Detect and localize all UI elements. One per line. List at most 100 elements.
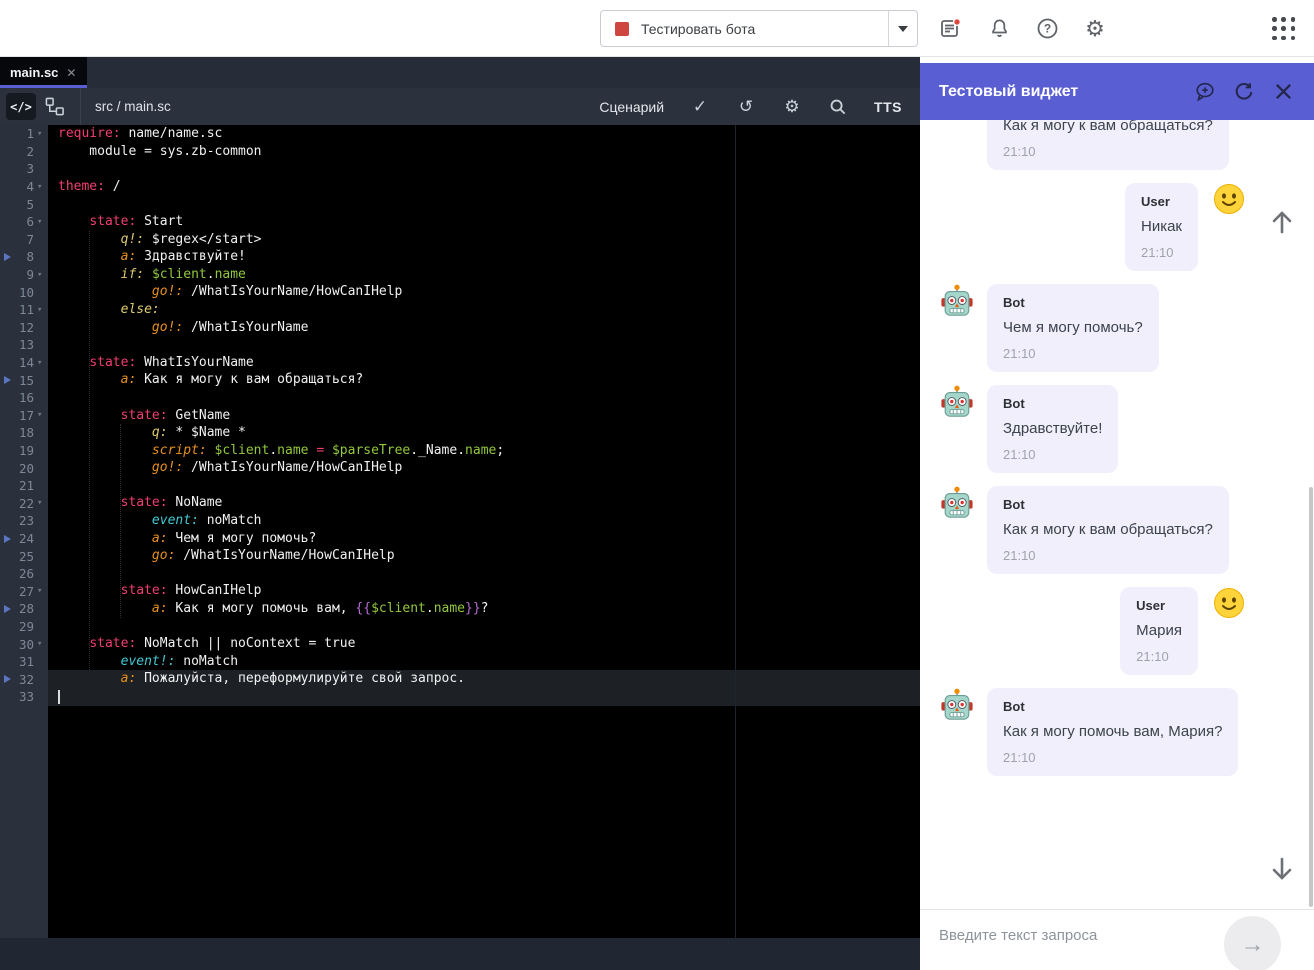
bot-message: BotЧем я могу помочь?21:10 — [920, 284, 1314, 372]
bot-avatar-icon — [940, 385, 974, 419]
new-dialog-icon[interactable] — [1194, 81, 1216, 103]
fold-caret-icon[interactable]: ▾ — [37, 498, 48, 508]
bot-avatar-icon — [940, 688, 974, 722]
chat-input-area: → — [920, 909, 1314, 970]
bell-icon[interactable] — [986, 16, 1012, 42]
line-number: 33 — [0, 689, 37, 704]
flow-view-icon[interactable] — [40, 93, 70, 120]
message-bubble: BotКак я могу к вам обращаться?21:10 — [987, 120, 1229, 170]
user-message: UserНикак21:10 — [920, 183, 1314, 271]
message-time: 21:10 — [1003, 346, 1143, 361]
bot-avatar-icon — [940, 284, 974, 318]
message-input[interactable] — [939, 920, 1219, 950]
tts-button[interactable]: TTS — [874, 99, 902, 115]
gutter-row: 7 — [0, 231, 48, 249]
widget-title: Тестовый виджет — [939, 83, 1078, 101]
code-area[interactable]: require: name/name.sc module = sys.zb-co… — [48, 125, 920, 938]
user-avatar-icon — [1213, 587, 1247, 621]
code-line: go: /WhatIsYourName/HowCanIHelp — [48, 547, 920, 565]
close-icon[interactable] — [1272, 81, 1294, 103]
top-bar: Тестировать бота ? — [0, 0, 1314, 57]
gutter-row: 27▾ — [0, 582, 48, 600]
line-number: 14 — [0, 355, 37, 370]
check-icon[interactable]: ✓ — [690, 97, 710, 117]
gutter-row: 26 — [0, 565, 48, 583]
line-number-gutter: 1▾234▾56▾789▾1011▾121314▾151617▾18192021… — [0, 125, 48, 938]
fold-caret-icon[interactable]: ▾ — [37, 182, 48, 192]
run-test-icon[interactable] — [4, 535, 11, 543]
undo-icon[interactable]: ↺ — [736, 97, 756, 117]
code-view-icon[interactable]: </> — [6, 93, 36, 120]
sender-label: User — [1136, 598, 1182, 613]
message-time: 21:10 — [1136, 649, 1182, 664]
gutter-row: 29 — [0, 618, 48, 636]
code-line: a: Здравствуйте! — [48, 248, 920, 266]
test-bot-button[interactable]: Тестировать бота — [600, 10, 918, 47]
scenario-label[interactable]: Сценарий — [599, 99, 664, 115]
fold-caret-icon[interactable]: ▾ — [37, 305, 48, 315]
message-bubble: UserНикак21:10 — [1125, 183, 1198, 271]
test-widget-header: Тестовый виджет — [920, 63, 1314, 120]
editor-toolbar: </> src / main.sc Сценарий ✓ ↺ ⚙ — [0, 88, 920, 125]
line-number: 3 — [0, 161, 37, 176]
column-ruler — [735, 125, 736, 938]
scroll-to-bottom-button[interactable] — [1268, 855, 1298, 885]
stop-icon — [615, 22, 629, 36]
bot-message: BotКак я могу к вам обращаться?21:10 — [920, 486, 1314, 574]
breadcrumb: src / main.sc — [95, 99, 171, 114]
code-line: else: — [48, 301, 920, 319]
settings-icon[interactable]: ⚙ — [1082, 16, 1108, 42]
line-number: 18 — [0, 425, 37, 440]
gutter-row: 17▾ — [0, 407, 48, 425]
help-icon[interactable]: ? — [1034, 16, 1060, 42]
text-cursor — [58, 690, 60, 704]
code-line — [48, 389, 920, 407]
run-test-icon[interactable] — [4, 376, 11, 384]
refresh-icon[interactable] — [1233, 81, 1255, 103]
message-time: 21:10 — [1003, 447, 1102, 462]
line-number: 20 — [0, 461, 37, 476]
arrow-right-icon: → — [1241, 931, 1265, 959]
scroll-to-top-button[interactable] — [1268, 208, 1298, 238]
gutter-row: 32 — [0, 670, 48, 688]
tab-main-sc[interactable]: main.sc ✕ — [0, 57, 87, 88]
news-icon[interactable] — [938, 16, 964, 42]
bot-ide-window: Тестировать бота ? — [0, 0, 1314, 970]
code-line — [48, 336, 920, 354]
code-line: state: Start — [48, 213, 920, 231]
line-number: 4 — [0, 179, 37, 194]
code-editor[interactable]: 1▾234▾56▾789▾1011▾121314▾151617▾18192021… — [0, 125, 920, 938]
fold-caret-icon[interactable]: ▾ — [37, 270, 48, 280]
user-avatar-icon — [1213, 183, 1247, 217]
message-time: 21:10 — [1003, 144, 1213, 159]
code-line: a: Как я могу к вам обращаться? — [48, 371, 920, 389]
search-icon[interactable] — [828, 97, 848, 117]
gutter-row: 31 — [0, 653, 48, 671]
close-icon[interactable]: ✕ — [66, 66, 76, 80]
chat-scrollbar[interactable] — [1309, 487, 1313, 907]
line-number: 11 — [0, 302, 37, 317]
fold-caret-icon[interactable]: ▾ — [37, 410, 48, 420]
gutter-row: 3 — [0, 160, 48, 178]
code-line: state: GetName — [48, 407, 920, 425]
run-test-icon[interactable] — [4, 675, 11, 683]
apps-grid-icon[interactable] — [1272, 17, 1296, 41]
gutter-row: 6▾ — [0, 213, 48, 231]
fold-caret-icon[interactable]: ▾ — [37, 358, 48, 368]
gutter-row: 33 — [0, 688, 48, 706]
gutter-row: 18 — [0, 424, 48, 442]
code-line: script: $client.name = $parseTree._Name.… — [48, 442, 920, 460]
run-test-icon[interactable] — [4, 253, 11, 261]
message-time: 21:10 — [1003, 750, 1222, 765]
fold-caret-icon[interactable]: ▾ — [37, 129, 48, 139]
settings-icon[interactable]: ⚙ — [782, 97, 802, 117]
code-line: go!: /WhatIsYourName/HowCanIHelp — [48, 459, 920, 477]
user-message: UserМария21:10 — [920, 587, 1314, 675]
fold-caret-icon[interactable]: ▾ — [37, 217, 48, 227]
editor-pane: main.sc ✕ </> src / main.sc Сценарий — [0, 57, 920, 970]
fold-caret-icon[interactable]: ▾ — [37, 639, 48, 649]
fold-caret-icon[interactable]: ▾ — [37, 586, 48, 596]
send-button[interactable]: → — [1224, 916, 1281, 970]
chevron-down-icon[interactable] — [889, 26, 917, 32]
run-test-icon[interactable] — [4, 605, 11, 613]
